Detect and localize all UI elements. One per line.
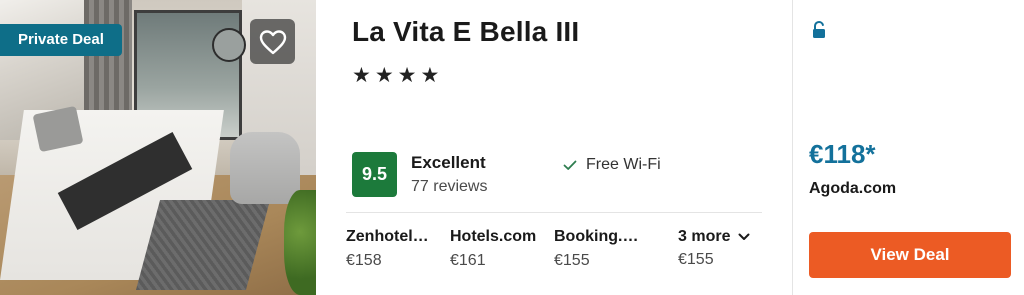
hotel-photo[interactable]: Private Deal — [0, 0, 316, 295]
star-rating: ★★★★ — [352, 64, 444, 87]
provider-price: €158 — [346, 252, 382, 269]
deal-price: €118* — [809, 139, 876, 169]
heart-icon — [259, 29, 286, 54]
divider — [346, 212, 762, 213]
more-offers-text: 3 more — [678, 228, 731, 245]
more-offers-price: €155 — [678, 251, 714, 268]
more-offers-label: 3 more — [678, 228, 750, 246]
rating-score-badge[interactable]: 9.5 — [352, 152, 397, 197]
provider-price: €161 — [450, 252, 486, 269]
provider-price: €155 — [554, 252, 590, 269]
unlock-icon — [813, 20, 825, 38]
provider-offer-hotels-com[interactable]: Hotels.com €161 — [450, 228, 548, 270]
private-deal-badge: Private Deal — [0, 24, 122, 56]
amenity-label: Free Wi-Fi — [586, 156, 661, 173]
rating-label: Excellent — [411, 153, 486, 172]
check-icon — [562, 157, 578, 173]
more-offers-toggle[interactable]: 3 more €155 — [678, 228, 750, 269]
provider-offer-zenhotels[interactable]: Zenhotel… €158 — [346, 228, 444, 270]
photo-plant — [284, 190, 316, 295]
hotel-result-card: Private Deal La Vita E Bella III ★★★★ 9.… — [0, 0, 1024, 295]
provider-offer-booking[interactable]: Booking.… €155 — [554, 228, 652, 270]
hotel-name[interactable]: La Vita E Bella III — [352, 16, 579, 48]
provider-name: Booking.… — [554, 228, 639, 245]
view-deal-button[interactable]: View Deal — [809, 232, 1011, 278]
photo-mirror — [212, 28, 246, 62]
amenity-free-wifi: Free Wi-Fi — [562, 156, 661, 174]
provider-name: Hotels.com — [450, 228, 537, 245]
favorite-button[interactable] — [250, 19, 295, 64]
column-divider — [792, 0, 793, 295]
photo-chair — [230, 132, 300, 204]
provider-name: Zenhotel… — [346, 228, 429, 245]
deal-site: Agoda.com — [809, 180, 897, 197]
chevron-down-icon — [738, 233, 750, 240]
review-count[interactable]: 77 reviews — [411, 178, 487, 196]
